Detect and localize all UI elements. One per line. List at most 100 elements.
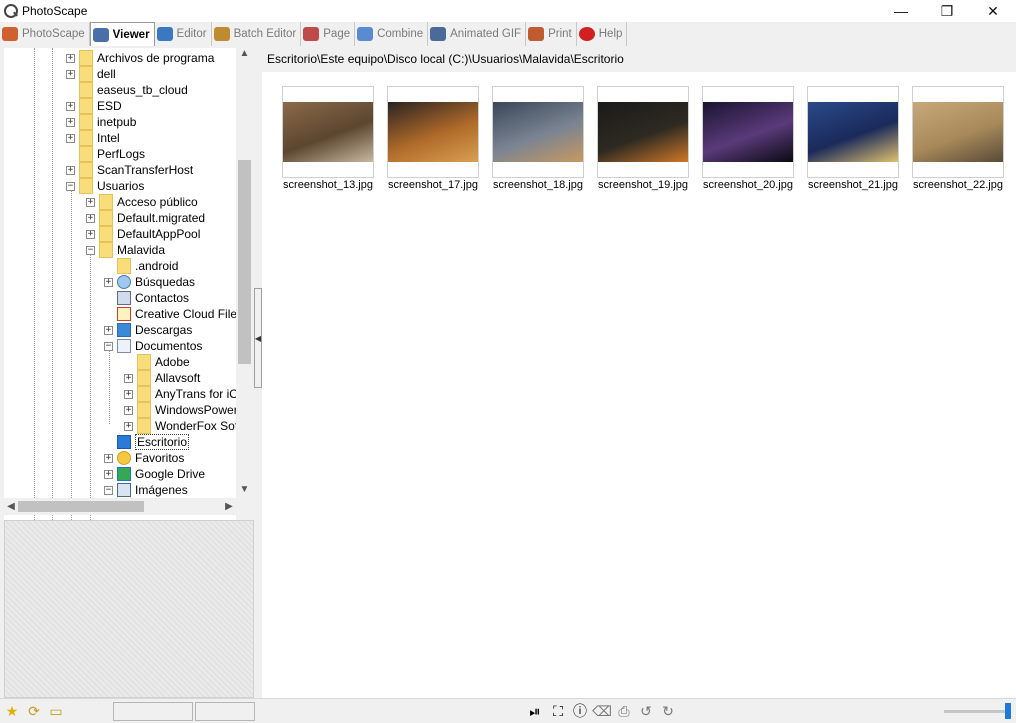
expand-icon[interactable]: + bbox=[66, 133, 75, 143]
tab-page[interactable]: Page bbox=[301, 22, 356, 46]
tree-item[interactable]: + Búsquedas bbox=[104, 274, 195, 290]
tree-item[interactable]: + Favoritos bbox=[104, 450, 184, 466]
tree-item[interactable]: − Malavida bbox=[86, 242, 165, 258]
scroll-up-icon[interactable]: ▲ bbox=[236, 48, 253, 62]
thumbnail-image[interactable] bbox=[703, 102, 793, 162]
expand-icon[interactable]: + bbox=[124, 373, 133, 383]
tree-item[interactable]: − Documentos bbox=[104, 338, 202, 354]
tree-item[interactable]: + Intel bbox=[66, 130, 120, 146]
thumbnail-item[interactable]: screenshot_18.jpg bbox=[492, 86, 584, 196]
thumbnail-image[interactable] bbox=[598, 102, 688, 162]
rotate-right-icon[interactable]: ↻ bbox=[660, 703, 676, 719]
expand-icon[interactable]: + bbox=[66, 165, 75, 175]
expand-icon[interactable]: + bbox=[66, 69, 75, 79]
folder-tree[interactable]: + Archivos de programa + dell easeus_tb_clou… bbox=[4, 48, 236, 544]
expand-icon[interactable]: + bbox=[124, 421, 133, 431]
collapse-icon[interactable]: − bbox=[66, 181, 75, 191]
collapse-icon[interactable]: − bbox=[86, 245, 95, 255]
thumbnail-frame[interactable] bbox=[282, 86, 374, 178]
tab-animated-gif[interactable]: Animated GIF bbox=[428, 22, 527, 46]
tab-photoscape[interactable]: PhotoScape bbox=[0, 22, 90, 46]
scroll-down-icon[interactable]: ▼ bbox=[236, 484, 253, 498]
tree-item[interactable]: + Allavsoft bbox=[124, 370, 200, 386]
tree-item[interactable]: + dell bbox=[66, 66, 116, 82]
zoom-slider-track[interactable] bbox=[944, 710, 1006, 713]
tree-vscroll-thumb[interactable] bbox=[238, 160, 251, 364]
tree-item[interactable]: PerfLogs bbox=[66, 146, 145, 162]
expand-icon[interactable]: + bbox=[124, 389, 133, 399]
tree-item[interactable]: Escritorio bbox=[104, 434, 190, 450]
thumbnail-image[interactable] bbox=[913, 102, 1003, 162]
tree-item[interactable]: easeus_tb_cloud bbox=[66, 82, 188, 98]
tree-item[interactable]: Adobe bbox=[124, 354, 190, 370]
thumbnail-item[interactable]: screenshot_13.jpg bbox=[282, 86, 374, 196]
tree-item[interactable]: + AnyTrans for iOS bbox=[124, 386, 236, 402]
minimize-button[interactable]: — bbox=[878, 0, 924, 22]
expand-icon[interactable]: + bbox=[104, 453, 113, 463]
open-folder-icon[interactable]: ▭ bbox=[48, 703, 64, 719]
info-icon[interactable]: ⓘ bbox=[572, 703, 588, 719]
tree-item[interactable]: + WonderFox Soft bbox=[124, 418, 236, 434]
expand-icon[interactable]: + bbox=[66, 101, 75, 111]
thumbnail-item[interactable]: screenshot_17.jpg bbox=[387, 86, 479, 196]
thumbnail-frame[interactable] bbox=[702, 86, 794, 178]
close-button[interactable]: ✕ bbox=[970, 0, 1016, 22]
expand-icon[interactable]: + bbox=[104, 277, 113, 287]
thumbnail-frame[interactable] bbox=[807, 86, 899, 178]
expand-icon[interactable]: + bbox=[104, 325, 113, 335]
thumbnail-frame[interactable] bbox=[912, 86, 1004, 178]
thumbnail-frame[interactable] bbox=[492, 86, 584, 178]
thumbnail-item[interactable]: screenshot_19.jpg bbox=[597, 86, 689, 196]
expand-icon[interactable]: + bbox=[86, 213, 95, 223]
star-icon[interactable]: ★ bbox=[4, 703, 20, 719]
tree-horizontal-scrollbar[interactable]: ◀ ▶ bbox=[4, 498, 236, 515]
tree-item[interactable]: + DefaultAppPool bbox=[86, 226, 200, 242]
tree-item[interactable]: + Archivos de programa bbox=[66, 50, 214, 66]
tab-batch-editor[interactable]: Batch Editor bbox=[212, 22, 302, 46]
scroll-right-icon[interactable]: ▶ bbox=[222, 498, 236, 515]
scroll-left-icon[interactable]: ◀ bbox=[4, 498, 18, 515]
tree-item[interactable]: + Google Drive bbox=[104, 466, 205, 482]
tab-viewer[interactable]: Viewer bbox=[89, 22, 155, 46]
expand-icon[interactable]: + bbox=[66, 53, 75, 63]
thumbnail-item[interactable]: screenshot_20.jpg bbox=[702, 86, 794, 196]
zoom-slider-handle[interactable] bbox=[1005, 703, 1011, 719]
tab-help[interactable]: Help bbox=[577, 22, 628, 46]
thumbnail-image[interactable] bbox=[283, 102, 373, 162]
thumbnail-image[interactable] bbox=[388, 102, 478, 162]
tree-item[interactable]: + Acceso público bbox=[86, 194, 198, 210]
tree-item[interactable]: − Usuarios bbox=[66, 178, 144, 194]
tree-item[interactable]: + Default.migrated bbox=[86, 210, 205, 226]
current-path[interactable]: Escritorio\Este equipo\Disco local (C:)\… bbox=[267, 52, 624, 66]
expand-icon[interactable]: + bbox=[86, 229, 95, 239]
thumbnail-image[interactable] bbox=[808, 102, 898, 162]
delete-icon[interactable]: ⌫ bbox=[592, 703, 612, 719]
tree-item[interactable]: + Descargas bbox=[104, 322, 192, 338]
expand-icon[interactable]: + bbox=[124, 405, 133, 415]
tree-item[interactable]: .android bbox=[104, 258, 178, 274]
collapse-icon[interactable]: − bbox=[104, 341, 113, 351]
thumbnail-image[interactable] bbox=[493, 102, 583, 162]
thumbnail-item[interactable]: screenshot_22.jpg bbox=[912, 86, 1004, 196]
tree-item[interactable]: + ESD bbox=[66, 98, 122, 114]
restore-button[interactable]: ❐ bbox=[924, 0, 970, 22]
expand-icon[interactable]: + bbox=[104, 469, 113, 479]
tree-vertical-scrollbar[interactable]: ▲ ▼ bbox=[236, 48, 253, 544]
tree-item[interactable]: + inetpub bbox=[66, 114, 136, 130]
thumbnail-frame[interactable] bbox=[597, 86, 689, 178]
tab-combine[interactable]: Combine bbox=[355, 22, 429, 46]
tree-item[interactable]: + WindowsPowerShell bbox=[124, 402, 236, 418]
thumbnail-frame[interactable] bbox=[387, 86, 479, 178]
tab-editor[interactable]: Editor bbox=[155, 22, 212, 46]
tree-item[interactable]: + ScanTransferHost bbox=[66, 162, 193, 178]
tree-item[interactable]: Contactos bbox=[104, 290, 189, 306]
tree-item[interactable]: Creative Cloud Files bbox=[104, 306, 236, 322]
rotate-left-icon[interactable]: ↺ bbox=[638, 703, 654, 719]
print-icon[interactable]: ⎙ bbox=[616, 703, 632, 719]
fullscreen-icon[interactable]: ⛶ bbox=[550, 703, 566, 719]
panel-splitter-handle[interactable]: ◀ bbox=[254, 288, 262, 388]
refresh-icon[interactable]: ⟳ bbox=[26, 703, 42, 719]
tree-item[interactable]: − Imágenes bbox=[104, 482, 188, 498]
tab-print[interactable]: Print bbox=[526, 22, 577, 46]
expand-icon[interactable]: + bbox=[86, 197, 95, 207]
